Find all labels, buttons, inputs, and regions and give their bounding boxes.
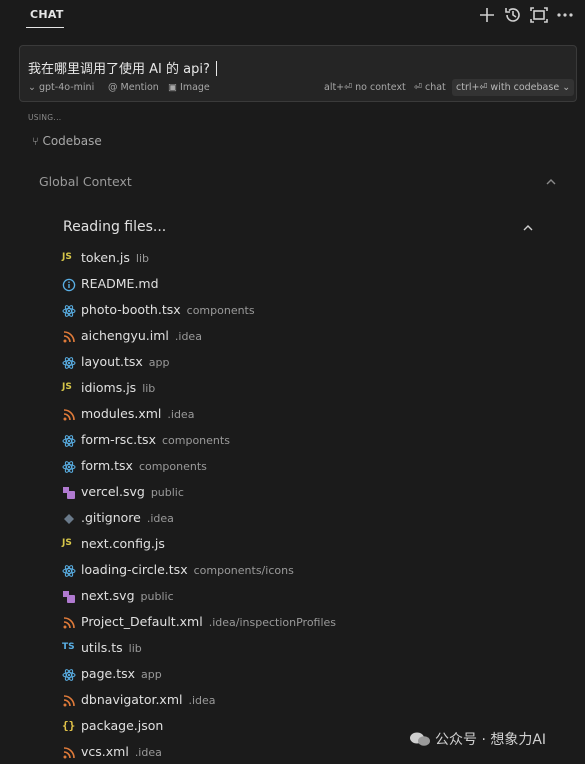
- text-caret: [215, 61, 217, 76]
- chevron-down-icon: ⌄: [562, 82, 571, 93]
- using-label: USING...: [28, 113, 62, 122]
- chat-input-box[interactable]: 我在哪里调用了使用 AI 的 api? ⌄ gpt-4o-mini @ Ment…: [19, 45, 577, 102]
- file-name: next.svg: [81, 588, 135, 603]
- file-name: Project_Default.xml: [81, 614, 203, 629]
- react-icon: [62, 434, 76, 448]
- gitignore-icon: [62, 512, 76, 526]
- file-dir: .idea: [174, 330, 202, 343]
- file-name: photo-booth.tsx: [81, 302, 181, 317]
- file-name: README.md: [81, 276, 159, 291]
- js-file-icon: JS: [62, 382, 72, 392]
- more-icon[interactable]: [555, 5, 575, 25]
- file-name: loading-circle.tsx: [81, 562, 188, 577]
- model-selector[interactable]: ⌄ gpt-4o-mini: [28, 82, 94, 93]
- model-label: gpt-4o-mini: [38, 82, 95, 93]
- file-name: vcs.xml: [81, 744, 129, 759]
- wechat-logo-icon: [410, 732, 430, 746]
- chevron-up-icon[interactable]: [522, 219, 534, 231]
- tab-active-indicator: [26, 27, 64, 28]
- file-name: aichengyu.iml: [81, 328, 169, 343]
- file-dir: components: [186, 304, 255, 317]
- expand-icon[interactable]: [529, 5, 549, 25]
- info-icon: [62, 278, 76, 292]
- history-icon[interactable]: [503, 5, 523, 25]
- reading-files-header[interactable]: Reading files...: [63, 219, 166, 235]
- file-dir: app: [148, 356, 170, 369]
- file-name: utils.ts: [81, 640, 123, 655]
- plus-icon[interactable]: [477, 5, 497, 25]
- file-dir: public: [150, 486, 184, 499]
- file-name: next.config.js: [81, 536, 165, 551]
- branch-icon: ⑂: [32, 135, 39, 148]
- chat-button[interactable]: ⏎ chat: [414, 82, 446, 93]
- codebase-label: Codebase: [42, 134, 102, 148]
- rss-icon: [62, 616, 76, 630]
- chat-header: CHAT: [0, 0, 585, 34]
- file-name: form.tsx: [81, 458, 133, 473]
- rss-icon: [62, 694, 76, 708]
- svg-file-icon: [62, 486, 76, 500]
- query-text: 我在哪里调用了使用 AI 的 api?: [28, 62, 210, 77]
- file-dir: .idea: [146, 512, 174, 525]
- with-codebase-label: ctrl+⏎ with codebase: [456, 82, 560, 93]
- file-dir: public: [140, 590, 174, 603]
- js-file-icon: JS: [62, 538, 72, 548]
- file-name: page.tsx: [81, 666, 136, 681]
- file-dir: components: [161, 434, 230, 447]
- svg-file-icon: [62, 590, 76, 604]
- file-name: .gitignore: [81, 510, 141, 525]
- file-dir: components: [138, 460, 207, 473]
- file-dir: .idea: [188, 694, 216, 707]
- file-dir: lib: [128, 642, 142, 655]
- codebase-item[interactable]: ⑂ Codebase: [32, 134, 102, 148]
- watermark: 公众号 · 想象力AI: [409, 729, 546, 749]
- file-dir: .idea/inspectionProfiles: [208, 616, 337, 629]
- react-icon: [62, 460, 76, 474]
- react-icon: [62, 356, 76, 370]
- file-dir: lib: [135, 252, 150, 265]
- with-codebase-button[interactable]: ctrl+⏎ with codebase ⌄: [452, 79, 575, 96]
- json-file-icon: {}: [62, 719, 76, 732]
- chat-input[interactable]: 我在哪里调用了使用 AI 的 api?: [28, 58, 217, 77]
- file-name: idioms.js: [81, 380, 137, 395]
- ts-file-icon: TS: [62, 642, 75, 652]
- file-dir: app: [141, 668, 162, 681]
- rss-icon: [62, 746, 76, 760]
- react-icon: [62, 564, 76, 578]
- file-dir: components/icons: [193, 564, 294, 577]
- file-name: form-rsc.tsx: [81, 432, 156, 447]
- tab-chat[interactable]: CHAT: [30, 8, 64, 21]
- chevron-up-icon[interactable]: [545, 173, 557, 185]
- file-name: dbnavigator.xml: [81, 692, 183, 707]
- global-context-header[interactable]: Global Context: [39, 174, 132, 189]
- file-name: package.json: [81, 718, 164, 733]
- image-icon: ▣: [168, 82, 177, 93]
- rss-icon: [62, 330, 76, 344]
- file-name: layout.tsx: [81, 354, 143, 369]
- file-dir: .idea: [167, 408, 195, 421]
- file-dir: lib: [142, 382, 156, 395]
- image-button[interactable]: ▣ Image: [168, 82, 210, 93]
- image-label: Image: [180, 82, 210, 93]
- file-dir: .idea: [134, 746, 162, 759]
- file-name: token.js: [81, 250, 130, 265]
- react-icon: [62, 304, 76, 318]
- mention-button[interactable]: @ Mention: [108, 82, 159, 93]
- rss-icon: [62, 408, 76, 422]
- mention-label: Mention: [120, 82, 159, 93]
- js-file-icon: JS: [62, 252, 72, 262]
- watermark-text: 公众号 · 想象力AI: [435, 732, 547, 748]
- react-icon: [62, 668, 76, 682]
- file-name: vercel.svg: [81, 484, 145, 499]
- no-context-button[interactable]: alt+⏎ no context: [324, 82, 406, 93]
- file-name: modules.xml: [81, 406, 162, 421]
